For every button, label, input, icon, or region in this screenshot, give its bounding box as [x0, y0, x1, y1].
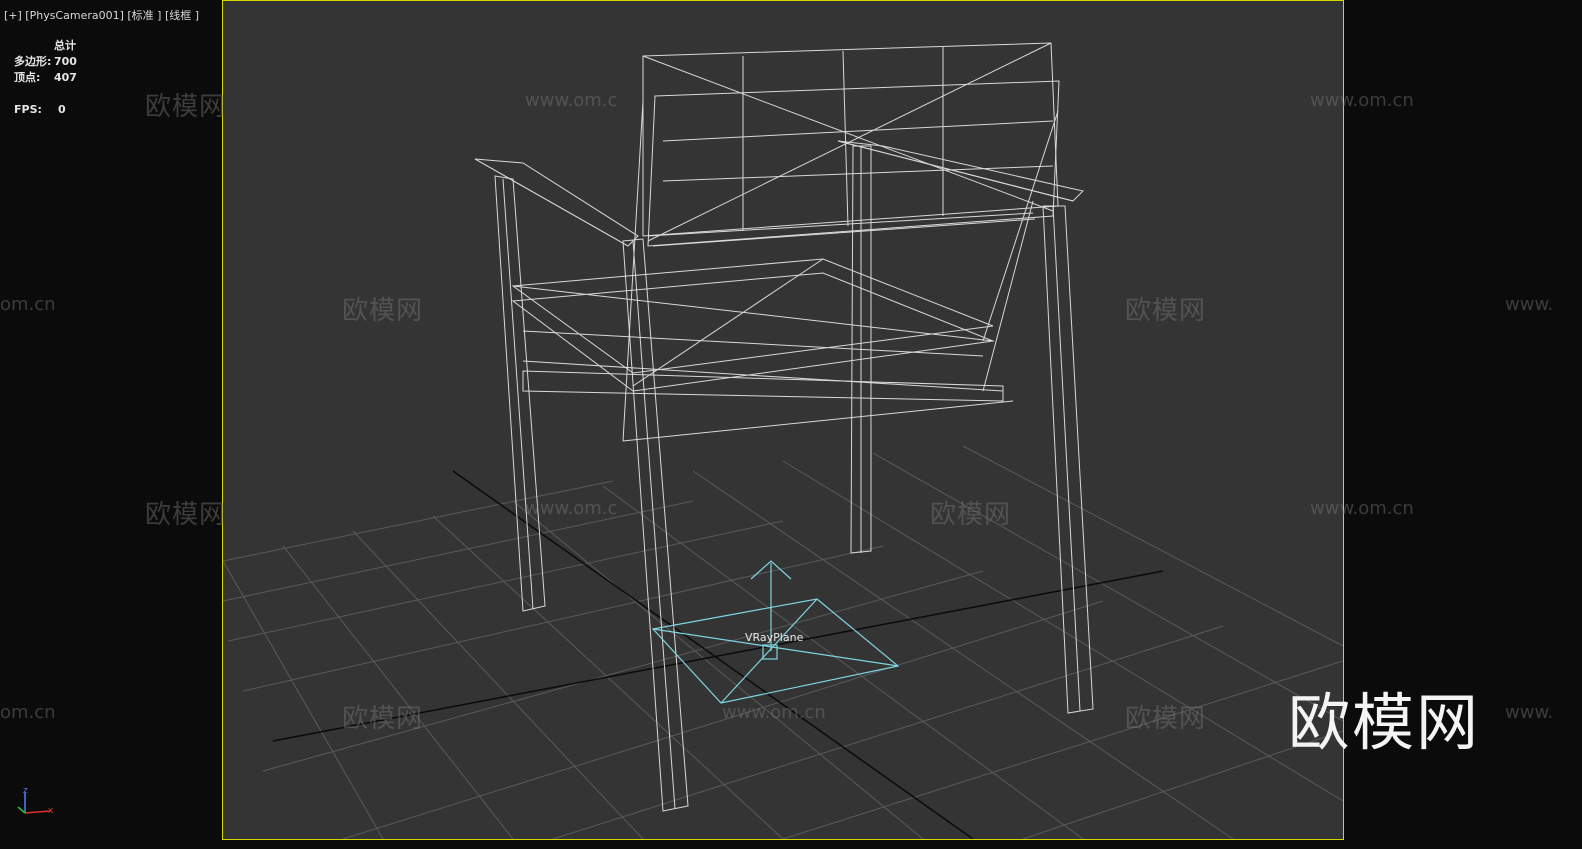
world-axes: [272, 470, 1164, 839]
watermark-brand: 欧模网: [930, 500, 1012, 530]
stats-header: 总计: [54, 39, 76, 52]
watermark-url: www.om.c: [525, 90, 618, 111]
axis-z-label: z: [23, 786, 28, 796]
watermark-brand: 欧模网: [145, 500, 227, 530]
statistics-overlay: 总计 多边形: 700 顶点: 407 FPS: 0: [14, 38, 77, 118]
watermark-url: om.cn: [0, 702, 56, 723]
polygons-count: 700: [54, 55, 77, 68]
axis-x-label: x: [48, 806, 54, 816]
fps-value: 0: [58, 103, 66, 116]
vertices-count: 407: [54, 71, 77, 84]
watermark-url: www.om.c: [525, 498, 618, 519]
watermark-url: www.: [1505, 294, 1554, 315]
watermark-url: om.cn: [0, 294, 56, 315]
watermark-brand: 欧模网: [342, 296, 424, 326]
watermark-brand: 欧模网: [1125, 296, 1207, 326]
fps-label: FPS:: [14, 103, 42, 116]
watermark-brand: 欧模网: [342, 704, 424, 734]
vertices-label: 顶点:: [14, 71, 41, 84]
watermark-brand: 欧模网: [145, 92, 227, 122]
watermark-url: www.om.cn: [1310, 498, 1414, 519]
watermark-url: www.om.cn: [722, 702, 826, 723]
chair-wireframe: [474, 42, 1094, 812]
watermark-brand: 欧模网: [1125, 704, 1207, 734]
watermark-url: www.: [1505, 702, 1554, 723]
viewport-label[interactable]: [+] [PhysCamera001] [标准 ] [线框 ]: [4, 7, 199, 23]
watermark-url: www.om.cn: [1310, 90, 1414, 111]
brand-logo: 欧模网: [1288, 686, 1481, 759]
vrayplane-label: VRayPlane: [745, 631, 804, 644]
polygons-label: 多边形:: [14, 55, 52, 68]
